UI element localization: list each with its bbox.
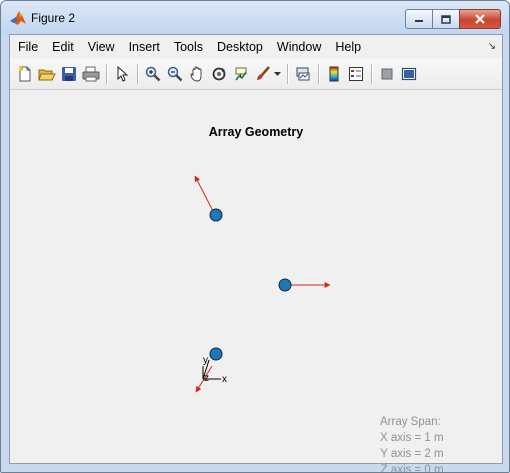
link-plot-button[interactable] [292, 63, 314, 85]
hide-plot-tools-icon [381, 68, 393, 80]
menu-help[interactable]: Help [328, 35, 368, 59]
toolbar-separator [371, 64, 372, 84]
dock-arrow-icon[interactable]: ↘ [488, 41, 496, 52]
matlab-icon [10, 11, 26, 25]
toolbar-separator [137, 64, 138, 84]
save-button[interactable] [58, 63, 80, 85]
link-plot-icon [296, 67, 310, 81]
open-file-button[interactable] [36, 63, 58, 85]
array-element[interactable] [278, 278, 292, 292]
minimize-button[interactable] [405, 9, 433, 29]
axes-area[interactable]: Array Geometry x y z Array Span: X axis … [10, 90, 502, 472]
menu-bar: File Edit View Insert Tools Desktop Wind… [10, 35, 502, 59]
menu-desktop[interactable]: Desktop [210, 35, 270, 59]
brush-icon [257, 66, 270, 80]
figure-window: Figure 2 File Edit View Insert Tools Des… [0, 0, 510, 473]
maximize-button[interactable] [432, 9, 460, 29]
rotate-3d-button[interactable] [208, 63, 230, 85]
zoom-in-icon [145, 66, 161, 82]
save-icon [62, 67, 76, 81]
axis-label-z: z [204, 373, 209, 384]
zoom-in-button[interactable] [142, 63, 164, 85]
axis-label-x: x [222, 374, 227, 385]
pan-button[interactable] [186, 63, 208, 85]
figure-toolbar [10, 59, 502, 90]
array-geometry-plot: x y z [194, 175, 331, 393]
array-span-x: X axis = 1 m [380, 432, 444, 444]
array-span-info: Array Span: X axis = 1 m Y axis = 2 m Z … [380, 414, 444, 473]
title-bar[interactable]: Figure 2 [1, 1, 509, 34]
menu-file[interactable]: File [10, 35, 45, 59]
menu-edit[interactable]: Edit [45, 35, 81, 59]
zoom-out-button[interactable] [164, 63, 186, 85]
brush-button[interactable] [252, 63, 274, 85]
array-element[interactable] [209, 208, 223, 222]
array-span-header: Array Span: [380, 416, 441, 428]
menu-window[interactable]: Window [270, 35, 328, 59]
minimize-icon [415, 20, 423, 22]
figure-client-area: File Edit View Insert Tools Desktop Wind… [9, 34, 503, 472]
menu-insert[interactable]: Insert [122, 35, 167, 59]
axis-label-y: y [203, 355, 208, 366]
legend-button[interactable] [345, 63, 367, 85]
print-button[interactable] [80, 63, 102, 85]
toolbar-separator [106, 64, 107, 84]
hide-plot-tools-button[interactable] [376, 63, 398, 85]
colorbar-button[interactable] [323, 63, 345, 85]
pointer-button[interactable] [111, 63, 133, 85]
chevron-down-icon [274, 71, 281, 76]
menu-tools[interactable]: Tools [167, 35, 210, 59]
toolbar-separator [287, 64, 288, 84]
array-span-y: Y axis = 2 m [380, 448, 444, 460]
zoom-out-icon [167, 66, 183, 82]
menu-view[interactable]: View [81, 35, 122, 59]
maximize-icon [441, 14, 451, 24]
rotate-3d-icon [212, 67, 226, 81]
array-span-z: Z axis = 0 m [380, 464, 444, 473]
legend-icon [349, 67, 363, 81]
toolbar-separator [318, 64, 319, 84]
show-plot-tools-icon [401, 67, 417, 81]
window-title: Figure 2 [31, 11, 76, 25]
data-cursor-icon [235, 67, 247, 81]
new-figure-button[interactable] [14, 63, 36, 85]
print-icon [82, 66, 100, 82]
open-file-icon [38, 69, 56, 81]
close-button[interactable] [459, 9, 501, 29]
pointer-icon [117, 66, 129, 82]
element-normal-arrow [194, 175, 216, 216]
colorbar-icon [329, 66, 339, 82]
data-cursor-button[interactable] [230, 63, 252, 85]
pan-icon [190, 66, 202, 82]
show-plot-tools-button[interactable] [398, 63, 420, 85]
new-figure-icon [18, 66, 31, 82]
array-element[interactable] [209, 347, 223, 361]
close-icon [475, 14, 485, 24]
brush-dropdown[interactable] [274, 63, 283, 85]
